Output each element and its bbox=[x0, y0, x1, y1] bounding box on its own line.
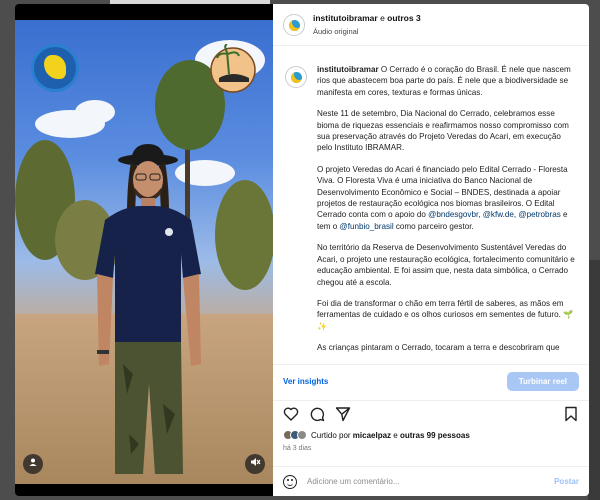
send-icon[interactable] bbox=[335, 406, 351, 422]
caption-paragraph: As crianças pintaram o Cerrado, tocaram … bbox=[317, 343, 560, 353]
liker-username[interactable]: micaelpaz bbox=[353, 431, 391, 440]
emoji-icon[interactable] bbox=[283, 474, 297, 489]
boost-reel-button[interactable]: Turbinar reel bbox=[506, 372, 579, 391]
insights-bar: Ver insights Turbinar reel bbox=[273, 364, 589, 398]
post-authors: institutoibramar e outros 3 bbox=[313, 12, 421, 23]
muted-speaker-icon[interactable] bbox=[245, 454, 265, 474]
post-timestamp[interactable]: há 3 dias bbox=[283, 445, 311, 452]
comment-input[interactable] bbox=[307, 477, 555, 486]
veredas-do-acari-logo bbox=[210, 44, 256, 93]
post-comment-button[interactable]: Postar bbox=[554, 477, 579, 486]
mention-link[interactable]: @funbio_brasil bbox=[340, 222, 394, 231]
bookmark-icon[interactable] bbox=[563, 406, 579, 422]
caption-username[interactable]: institutoibramar bbox=[317, 65, 379, 74]
caption-text: institutoibramar O Cerrado é o coração d… bbox=[317, 65, 575, 353]
caption-paragraph: No território da Reserva de Desenvolvime… bbox=[317, 243, 575, 287]
other-likers-link[interactable]: outras 99 pessoas bbox=[400, 431, 470, 440]
view-insights-link[interactable]: Ver insights bbox=[283, 377, 328, 386]
mention-link[interactable]: @petrobras bbox=[518, 210, 560, 219]
mention-link[interactable]: @bndesgovbr bbox=[428, 210, 478, 219]
avatar[interactable] bbox=[285, 66, 307, 88]
action-bar bbox=[273, 400, 589, 426]
caption-paragraph: Foi dia de transformar o chão em terra f… bbox=[317, 298, 574, 331]
reel-video[interactable] bbox=[15, 4, 273, 496]
ibramar-logo bbox=[31, 44, 79, 92]
person-figure bbox=[95, 144, 201, 474]
liker-avatar bbox=[297, 430, 307, 440]
author-username[interactable]: institutoibramar bbox=[313, 13, 378, 23]
caption-scroll-area[interactable]: institutoibramar O Cerrado é o coração d… bbox=[273, 52, 589, 364]
avatar[interactable] bbox=[283, 13, 305, 36]
caption-paragraph: Neste 11 de setembro, Dia Nacional do Ce… bbox=[317, 109, 569, 153]
tree bbox=[215, 180, 273, 290]
post-detail-panel: institutoibramar e outros 3 Áudio origin… bbox=[273, 4, 589, 496]
cloud bbox=[75, 100, 115, 124]
comment-icon[interactable] bbox=[309, 406, 325, 422]
heart-icon[interactable] bbox=[283, 406, 299, 422]
likes-summary: Curtido por micaelpaz e outras 99 pessoa… bbox=[283, 430, 470, 440]
mention-link[interactable]: @kfw.de bbox=[483, 210, 514, 219]
comment-composer: Postar bbox=[273, 466, 589, 496]
background-page-fragment-right bbox=[588, 260, 600, 500]
other-authors-link[interactable]: outros 3 bbox=[387, 13, 421, 23]
post-header: institutoibramar e outros 3 Áudio origin… bbox=[273, 4, 589, 46]
user-icon[interactable] bbox=[23, 454, 43, 474]
audio-label[interactable]: Áudio original bbox=[313, 25, 421, 38]
